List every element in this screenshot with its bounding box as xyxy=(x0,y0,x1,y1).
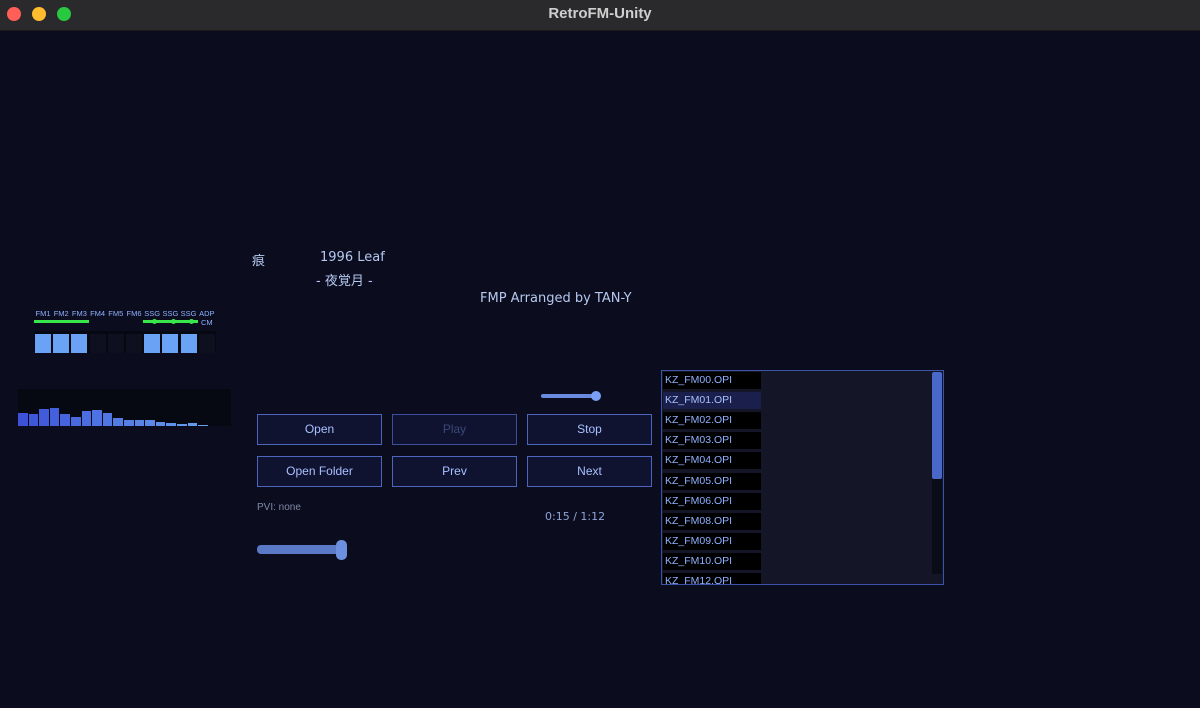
playlist-item[interactable]: KZ_FM03.OPI xyxy=(663,432,761,450)
channel-label: FM4 xyxy=(90,309,106,318)
channel-level-block xyxy=(53,334,70,353)
seek-slider-knob[interactable] xyxy=(336,540,347,560)
channel-label: SSG xyxy=(144,309,161,318)
playlist-item[interactable]: KZ_FM01.OPI xyxy=(663,392,761,410)
window-title: RetroFM-Unity xyxy=(548,5,652,22)
spectrum-bar xyxy=(145,420,155,426)
channel-key-on-dot xyxy=(152,319,158,324)
spectrum-bar xyxy=(102,412,113,426)
channel-level-block xyxy=(89,334,106,353)
spectrum-analyzer xyxy=(18,389,231,426)
spectrum-bar xyxy=(60,413,70,426)
channel-level-block xyxy=(35,334,51,353)
playlist-item[interactable]: KZ_FM05.OPI xyxy=(663,472,761,490)
spectrum-bar xyxy=(49,408,60,426)
channel-key-on-dot xyxy=(170,319,176,324)
spectrum-bar xyxy=(92,410,102,426)
channel-level-block xyxy=(107,334,124,353)
volume-slider-knob[interactable] xyxy=(591,391,602,401)
channel-label: FM3 xyxy=(71,309,87,318)
spectrum-bar xyxy=(28,413,39,426)
channel-activity-meter xyxy=(34,331,216,353)
spectrum-bar xyxy=(39,409,49,426)
spectrum-bar xyxy=(81,410,92,426)
open-button[interactable]: Open xyxy=(257,414,382,445)
channel-level-block xyxy=(144,334,161,353)
channel-key-on-indicator xyxy=(34,320,53,323)
playlist-item[interactable]: KZ_FM09.OPI xyxy=(663,532,761,550)
playlist-item[interactable]: KZ_FM08.OPI xyxy=(663,512,761,530)
channel-label: FM6 xyxy=(126,309,142,318)
spectrum-bar xyxy=(134,419,145,426)
playlist-item[interactable]: KZ_FM06.OPI xyxy=(663,492,761,510)
channel-level-block xyxy=(162,334,179,353)
channel-key-on-indicator xyxy=(70,320,89,323)
playlist-scrollbar-thumb[interactable] xyxy=(932,372,942,480)
prev-button[interactable]: Prev xyxy=(392,456,517,487)
playlist-item[interactable]: KZ_FM00.OPI xyxy=(663,372,761,389)
channel-label: FM5 xyxy=(108,309,124,318)
spectrum-bar xyxy=(166,422,176,426)
song-title: 痕 xyxy=(252,254,266,269)
pvi-status: PVI: none xyxy=(257,502,301,513)
channel-labels: FM1 FM2 FM3 FM4 FM5 FM6 SSG SSG SSG ADP CM xyxy=(34,309,219,329)
playlist-item[interactable]: KZ_FM04.OPI xyxy=(663,452,761,470)
playlist-scrollbar[interactable] xyxy=(932,372,942,574)
channel-label: SSG xyxy=(180,309,197,318)
channel-level-block xyxy=(180,334,197,353)
playlist[interactable]: KZ_FM12.OPI KZ_FM10.OPI KZ_FM09.OPI KZ_FM08… xyxy=(661,370,944,585)
open-folder-button[interactable]: Open Folder xyxy=(257,456,382,487)
playback-time: 0:15 / 1:12 xyxy=(545,510,606,523)
channel-level-block xyxy=(198,334,215,353)
player-content: 痕 1996 Leaf - 夜覚月 - FMP Arranged by TAN-… xyxy=(0,31,1200,708)
spectrum-bar xyxy=(187,422,198,426)
playlist-item[interactable]: KZ_FM02.OPI xyxy=(663,412,761,430)
playlist-item[interactable]: KZ_FM12.OPI xyxy=(663,573,761,584)
song-year-company: 1996 Leaf xyxy=(320,250,385,265)
channel-label: FM1 xyxy=(35,309,51,318)
channel-level-block xyxy=(71,334,88,353)
spectrum-bar xyxy=(198,425,208,426)
stop-button[interactable]: Stop xyxy=(527,414,652,445)
volume-slider[interactable] xyxy=(541,391,605,403)
seek-slider-track xyxy=(257,545,343,554)
song-subtitle: - 夜覚月 - xyxy=(316,274,373,289)
seek-slider[interactable] xyxy=(257,539,349,561)
playlist-item[interactable]: KZ_FM10.OPI xyxy=(663,552,761,570)
spectrum-bar xyxy=(155,421,166,426)
channel-key-on-indicator xyxy=(52,320,71,323)
volume-slider-track xyxy=(541,394,597,398)
play-button[interactable]: Play xyxy=(392,414,517,445)
channel-label: SSG xyxy=(162,309,179,318)
channel-label: FM2 xyxy=(53,309,69,318)
window-titlebar: RetroFM-Unity xyxy=(0,0,1200,31)
spectrum-bar xyxy=(124,420,134,426)
channel-key-on-dot xyxy=(188,319,194,324)
spectrum-bar xyxy=(177,423,187,426)
channel-label: ADP CM xyxy=(199,309,215,327)
channel-level-block xyxy=(126,334,142,353)
song-arranger: FMP Arranged by TAN-Y xyxy=(480,291,632,306)
spectrum-bar xyxy=(113,417,123,426)
spectrum-bar xyxy=(71,416,81,426)
next-button[interactable]: Next xyxy=(527,456,652,487)
spectrum-bar xyxy=(18,412,28,426)
